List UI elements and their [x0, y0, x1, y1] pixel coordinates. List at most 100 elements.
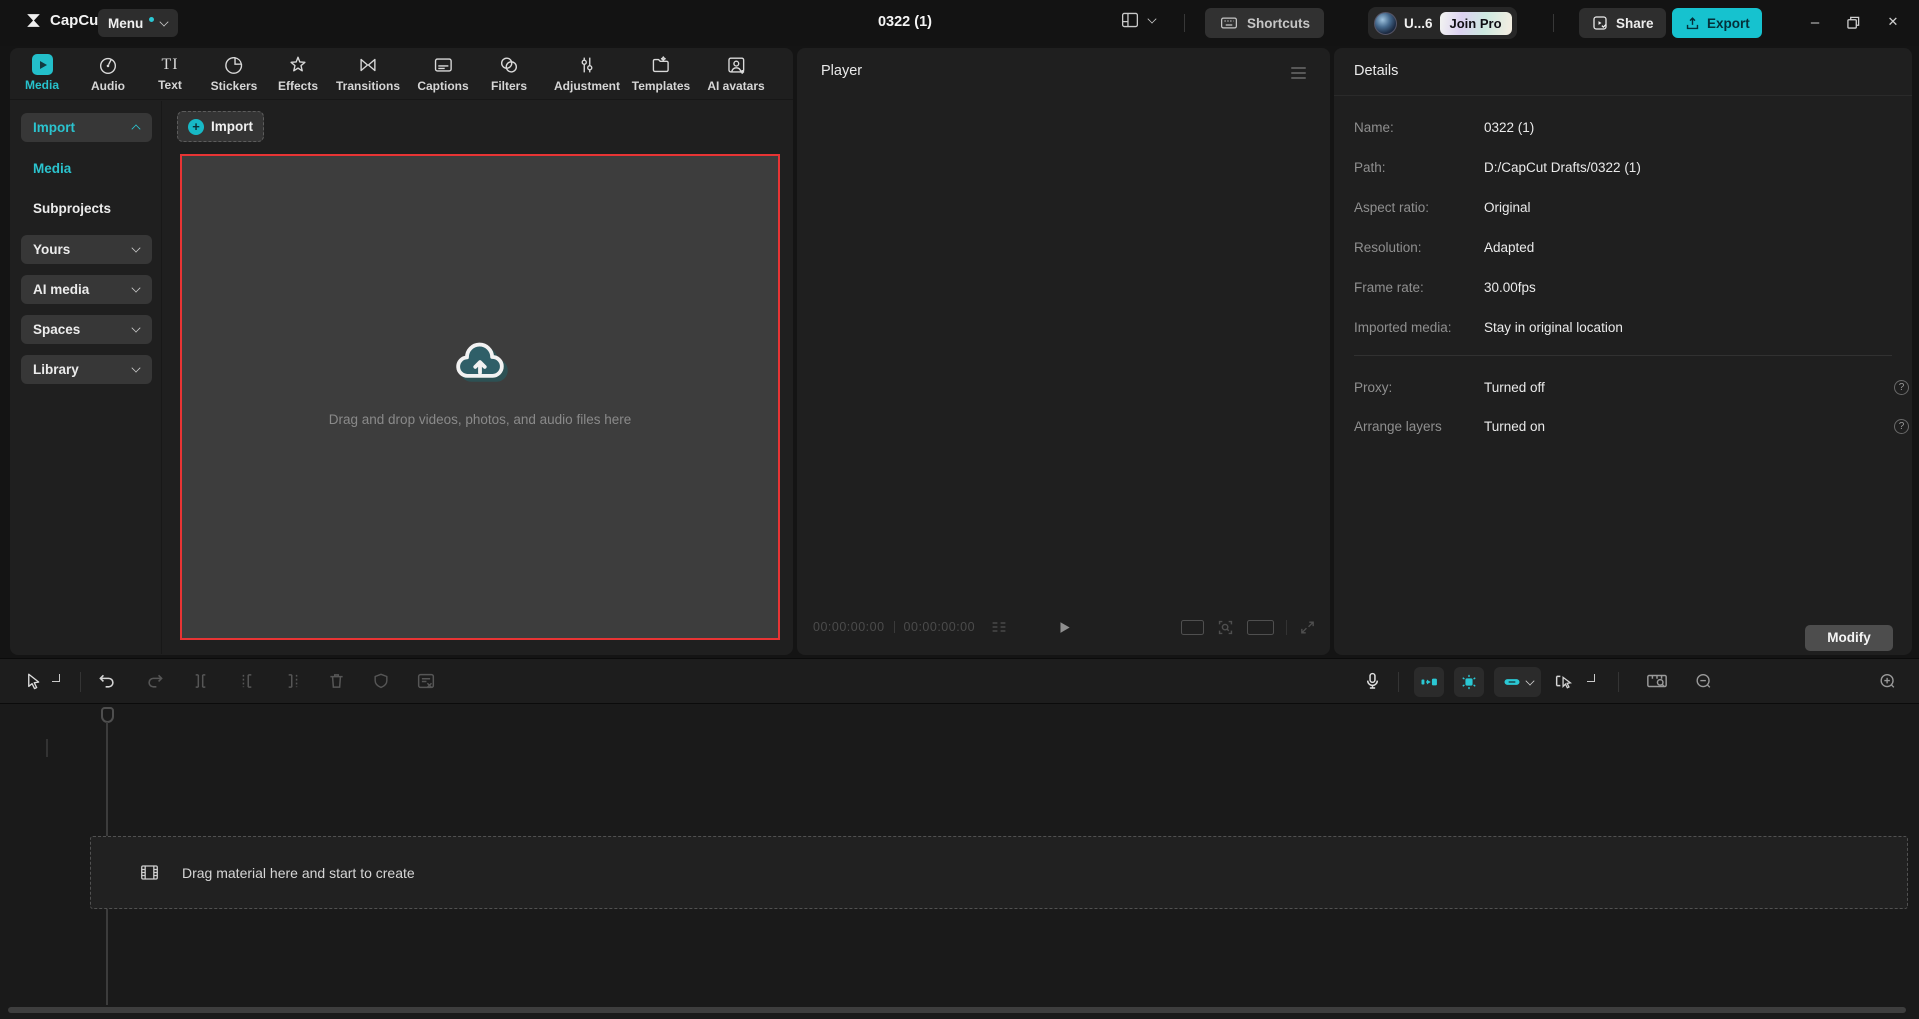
- import-media-button[interactable]: + Import: [177, 111, 264, 142]
- details-panel: Details Name: 0322 (1) Path: D:/CapCut D…: [1334, 48, 1912, 655]
- ratio-icon[interactable]: [1181, 620, 1204, 635]
- sidebar-item-ai-media[interactable]: AI media: [21, 275, 152, 304]
- ripple-delete-toggle[interactable]: [1414, 667, 1444, 697]
- horizontal-scrollbar[interactable]: [8, 1007, 1906, 1013]
- help-icon[interactable]: ?: [1894, 380, 1909, 395]
- fit-icon[interactable]: [1216, 618, 1235, 637]
- chevron-down-icon[interactable]: [1587, 674, 1595, 682]
- auto-split-toggle[interactable]: [1454, 667, 1484, 697]
- undo-icon[interactable]: [96, 671, 117, 692]
- detail-row-imported-media: Imported media: Stay in original locatio…: [1354, 320, 1892, 338]
- help-icon[interactable]: ?: [1894, 419, 1909, 434]
- user-name[interactable]: U...6: [1404, 16, 1433, 31]
- detail-row-path: Path: D:/CapCut Drafts/0322 (1): [1354, 160, 1892, 178]
- sidebar-item-import[interactable]: Import: [21, 113, 152, 142]
- player-panel: Player 00:00:00:00 00:00:00:00: [797, 48, 1330, 655]
- toolbar-separator: [1398, 672, 1399, 692]
- mic-icon[interactable]: [1362, 671, 1383, 692]
- time-separator: [894, 621, 895, 633]
- tab-effects[interactable]: Effects: [278, 54, 318, 93]
- hamburger-icon[interactable]: [1291, 67, 1306, 79]
- tab-transitions[interactable]: Transitions: [336, 54, 400, 93]
- fullscreen-icon[interactable]: [1299, 619, 1316, 636]
- layout-switcher-button[interactable]: [1120, 11, 1156, 29]
- tab-audio[interactable]: Audio: [91, 54, 125, 93]
- share-button[interactable]: Share: [1579, 8, 1666, 38]
- chevron-down-icon: [131, 323, 140, 332]
- export-button[interactable]: Export: [1672, 8, 1762, 38]
- redo-icon[interactable]: [145, 671, 166, 692]
- detail-row-resolution: Resolution: Adapted: [1354, 240, 1892, 258]
- player-view-options: [1181, 618, 1316, 637]
- delete-right-icon[interactable]: [283, 671, 304, 692]
- tab-adjustment[interactable]: Adjustment: [554, 54, 620, 93]
- user-avatar[interactable]: [1374, 12, 1397, 35]
- media-dropzone[interactable]: Drag and drop videos, photos, and audio …: [180, 154, 780, 640]
- delete-left-icon[interactable]: [236, 671, 257, 692]
- minimize-icon: –: [1811, 14, 1819, 31]
- sidebar-item-yours[interactable]: Yours: [21, 235, 152, 264]
- chevron-down-icon[interactable]: [52, 674, 60, 682]
- sidebar-item-library[interactable]: Library: [21, 355, 152, 384]
- captions-tab-icon: [432, 54, 454, 76]
- plus-icon: +: [188, 119, 204, 135]
- timeline-toolbar: Free: [0, 658, 1919, 704]
- join-pro-button[interactable]: Join Pro: [1440, 12, 1512, 35]
- timeline-dropzone-hint: Drag material here and start to create: [182, 865, 415, 881]
- sidebar-item-media[interactable]: Media: [21, 154, 152, 183]
- zoom-in-icon[interactable]: [1878, 672, 1897, 691]
- effects-tab-icon: [287, 54, 309, 76]
- toolbar-separator: [80, 672, 81, 692]
- close-button[interactable]: ✕: [1876, 0, 1910, 44]
- sidebar-item-spaces[interactable]: Spaces: [21, 315, 152, 344]
- delete-icon[interactable]: [326, 671, 347, 692]
- link-icon: [1501, 672, 1523, 692]
- tab-captions[interactable]: Captions: [417, 54, 468, 93]
- chevron-down-icon: [131, 363, 140, 372]
- pointer-icon[interactable]: [24, 672, 43, 691]
- minimize-button[interactable]: –: [1798, 0, 1832, 44]
- templates-tab-icon: [650, 54, 672, 76]
- zoom-out-icon[interactable]: [1694, 672, 1713, 691]
- film-icon: [139, 863, 160, 882]
- layout-icon: [1120, 11, 1140, 29]
- mask-icon[interactable]: [371, 671, 391, 691]
- play-button[interactable]: [1055, 619, 1072, 636]
- shortcuts-button[interactable]: Shortcuts: [1205, 8, 1324, 38]
- details-divider: [1334, 95, 1912, 96]
- app-brand: CapCut: [24, 11, 103, 30]
- restore-button[interactable]: [1836, 0, 1870, 44]
- export-label: Export: [1707, 16, 1750, 31]
- detail-row-arrange-layers: Arrange layers Turned on ?: [1354, 419, 1892, 437]
- chevron-down-icon: [131, 243, 140, 252]
- total-time: 00:00:00:00: [904, 620, 976, 634]
- playhead-handle[interactable]: [101, 707, 114, 723]
- columns-icon[interactable]: [989, 619, 1009, 635]
- share-label: Share: [1616, 16, 1654, 31]
- tab-filters[interactable]: Filters: [491, 54, 527, 93]
- tab-stickers[interactable]: Stickers: [211, 54, 258, 93]
- tab-media[interactable]: Media: [25, 54, 59, 92]
- keyboard-icon: [1219, 14, 1239, 32]
- tab-text[interactable]: TI Text: [158, 54, 182, 92]
- details-section-divider: [1354, 355, 1892, 356]
- timeline-dropzone[interactable]: Drag material here and start to create: [90, 836, 1908, 909]
- split-icon[interactable]: [190, 671, 211, 692]
- sidebar-item-subprojects[interactable]: Subprojects: [21, 194, 152, 223]
- user-chip: U...6 Join Pro: [1368, 7, 1517, 39]
- topbar-separator: [1184, 14, 1185, 32]
- close-icon: ✕: [1888, 14, 1899, 30]
- tab-templates[interactable]: Templates: [632, 54, 690, 93]
- preview-ruler-icon[interactable]: [1645, 670, 1669, 692]
- media-tab-icon: [31, 54, 52, 75]
- link-toggle[interactable]: [1494, 667, 1541, 697]
- menu-button[interactable]: Menu: [98, 9, 178, 37]
- remove-script-icon[interactable]: [415, 670, 437, 692]
- display-icon[interactable]: [1247, 620, 1274, 635]
- toolbar-separator: [1618, 672, 1619, 692]
- track-select-icon[interactable]: [1552, 670, 1576, 692]
- modify-button[interactable]: Modify: [1805, 625, 1893, 651]
- tab-ai-avatars[interactable]: AI avatars: [707, 54, 764, 93]
- player-controls: 00:00:00:00 00:00:00:00: [797, 599, 1330, 655]
- timeline-area: Drag material here and start to create: [0, 704, 1919, 1019]
